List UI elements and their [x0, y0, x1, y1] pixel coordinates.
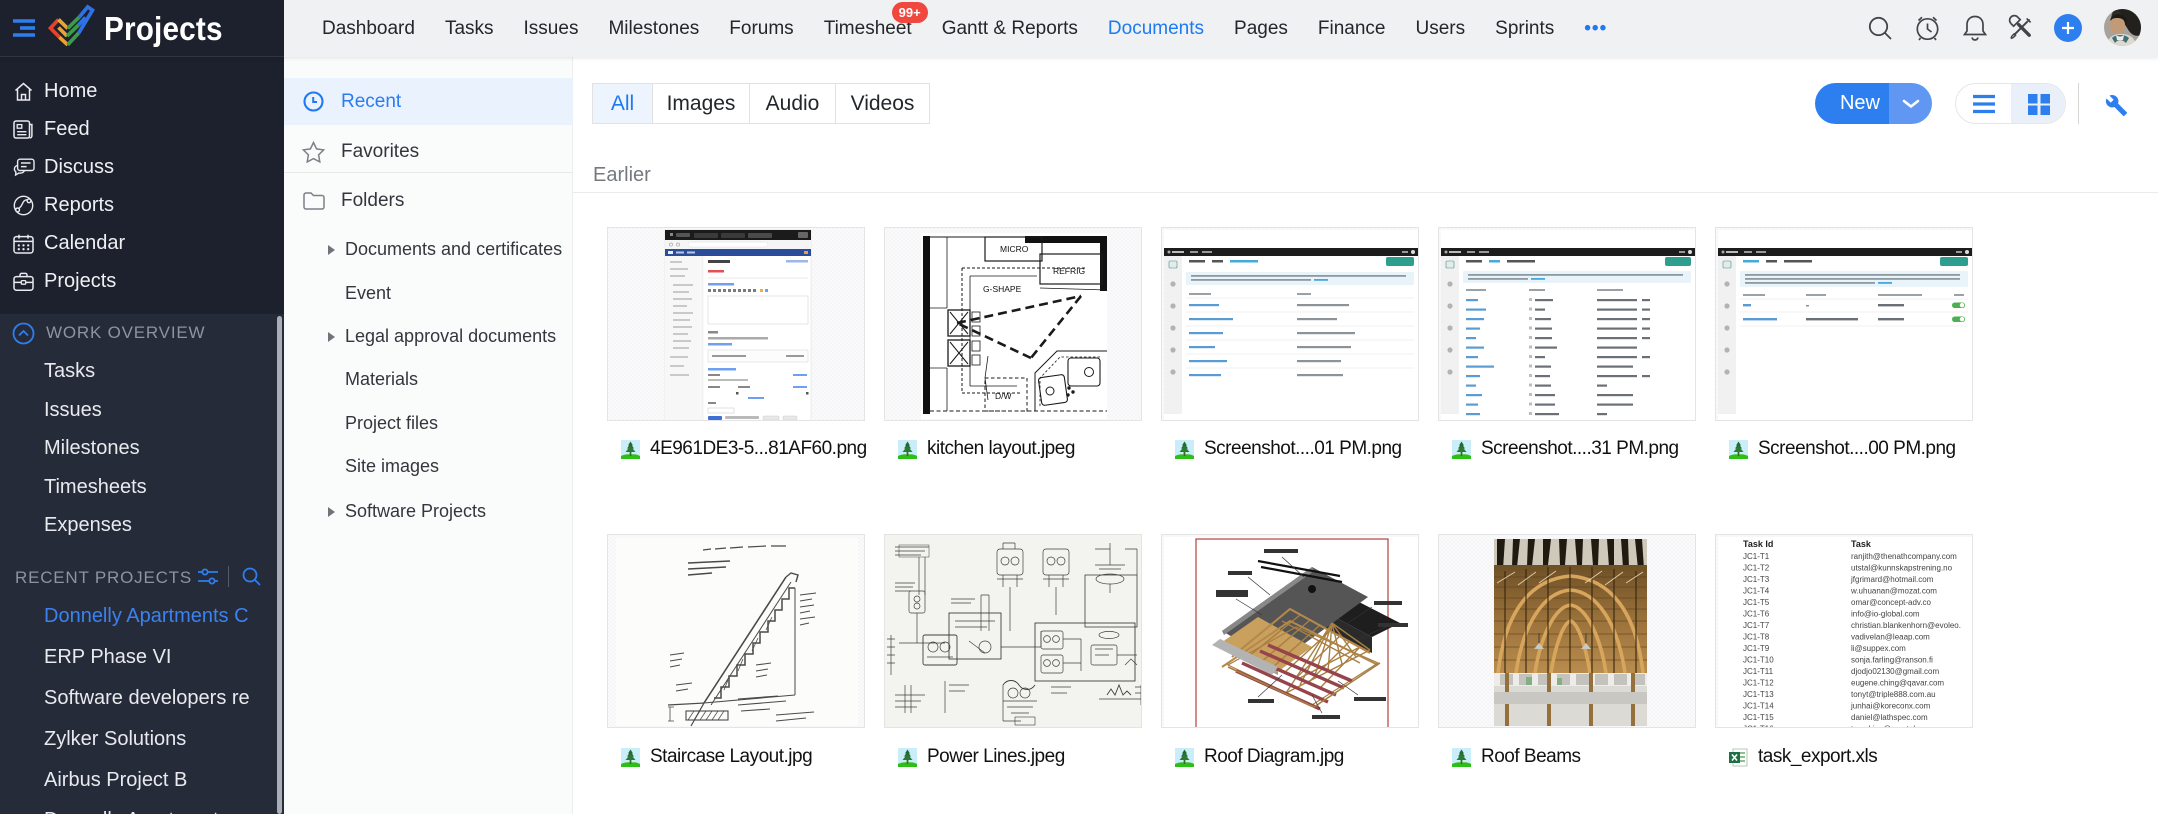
svg-text:JC1-T15: JC1-T15 — [1743, 713, 1774, 722]
svg-text:djodjo02130@gmail.com: djodjo02130@gmail.com — [1851, 667, 1940, 676]
svg-text:JC1-T13: JC1-T13 — [1743, 690, 1774, 699]
svg-text:JC1-T5: JC1-T5 — [1743, 598, 1770, 607]
svg-text:li@suppex.com: li@suppex.com — [1851, 644, 1906, 653]
svg-text:REFRIG: REFRIG — [1053, 266, 1085, 276]
svg-text:omar@concept-adv.co: omar@concept-adv.co — [1851, 598, 1932, 607]
svg-text:ranjith@thenathcompany.com: ranjith@thenathcompany.com — [1851, 552, 1957, 561]
svg-text:Task: Task — [1851, 539, 1872, 549]
svg-text:JC1-T1: JC1-T1 — [1743, 552, 1770, 561]
svg-text:JC1-T2: JC1-T2 — [1743, 564, 1770, 573]
svg-text:JC1-T7: JC1-T7 — [1743, 621, 1770, 630]
svg-text:JC1-T4: JC1-T4 — [1743, 587, 1770, 596]
svg-text:eugene.ching@qavar.com: eugene.ching@qavar.com — [1851, 679, 1944, 688]
svg-text:utstal@kunnskapstrening.no: utstal@kunnskapstrening.no — [1851, 564, 1953, 573]
svg-text:vadivelan@leaap.com: vadivelan@leaap.com — [1851, 633, 1930, 642]
svg-text:jfgrimard@hotmail.com: jfgrimard@hotmail.com — [1850, 575, 1934, 584]
svg-text:w.uhuanan@mozat.com: w.uhuanan@mozat.com — [1850, 587, 1937, 596]
svg-text:junhai@koreconx.com: junhai@koreconx.com — [1850, 702, 1931, 711]
svg-text:JC1-T6: JC1-T6 — [1743, 610, 1770, 619]
svg-text:info@io-global.com: info@io-global.com — [1851, 610, 1920, 619]
svg-text:tonyt@triple888.com.au: tonyt@triple888.com.au — [1851, 690, 1936, 699]
svg-text:JC1-T12: JC1-T12 — [1743, 679, 1774, 688]
svg-text:JC1-T10: JC1-T10 — [1743, 656, 1774, 665]
svg-text:daniel@lathspec.com: daniel@lathspec.com — [1851, 713, 1928, 722]
svg-text:sonja.farling@ranson.fi: sonja.farling@ranson.fi — [1851, 656, 1933, 665]
svg-text:JC1-T16: JC1-T16 — [1743, 725, 1774, 729]
svg-text:D/W: D/W — [995, 391, 1012, 401]
svg-text:JC1-T14: JC1-T14 — [1743, 702, 1774, 711]
svg-text:JC1-T11: JC1-T11 — [1743, 667, 1774, 676]
svg-text:JC1-T8: JC1-T8 — [1743, 633, 1770, 642]
svg-text:MICRO: MICRO — [1000, 244, 1029, 254]
svg-text:JC1-T9: JC1-T9 — [1743, 644, 1770, 653]
svg-text:JC1-T3: JC1-T3 — [1743, 575, 1770, 584]
svg-text:tompkins@montelpease.com: tompkins@montelpease.com — [1851, 725, 1955, 729]
svg-text:Task Id: Task Id — [1743, 539, 1773, 549]
svg-text:christian.blankenhorn@evoleo.: christian.blankenhorn@evoleo. — [1851, 621, 1961, 630]
svg-text:G-SHAPE: G-SHAPE — [983, 284, 1022, 294]
